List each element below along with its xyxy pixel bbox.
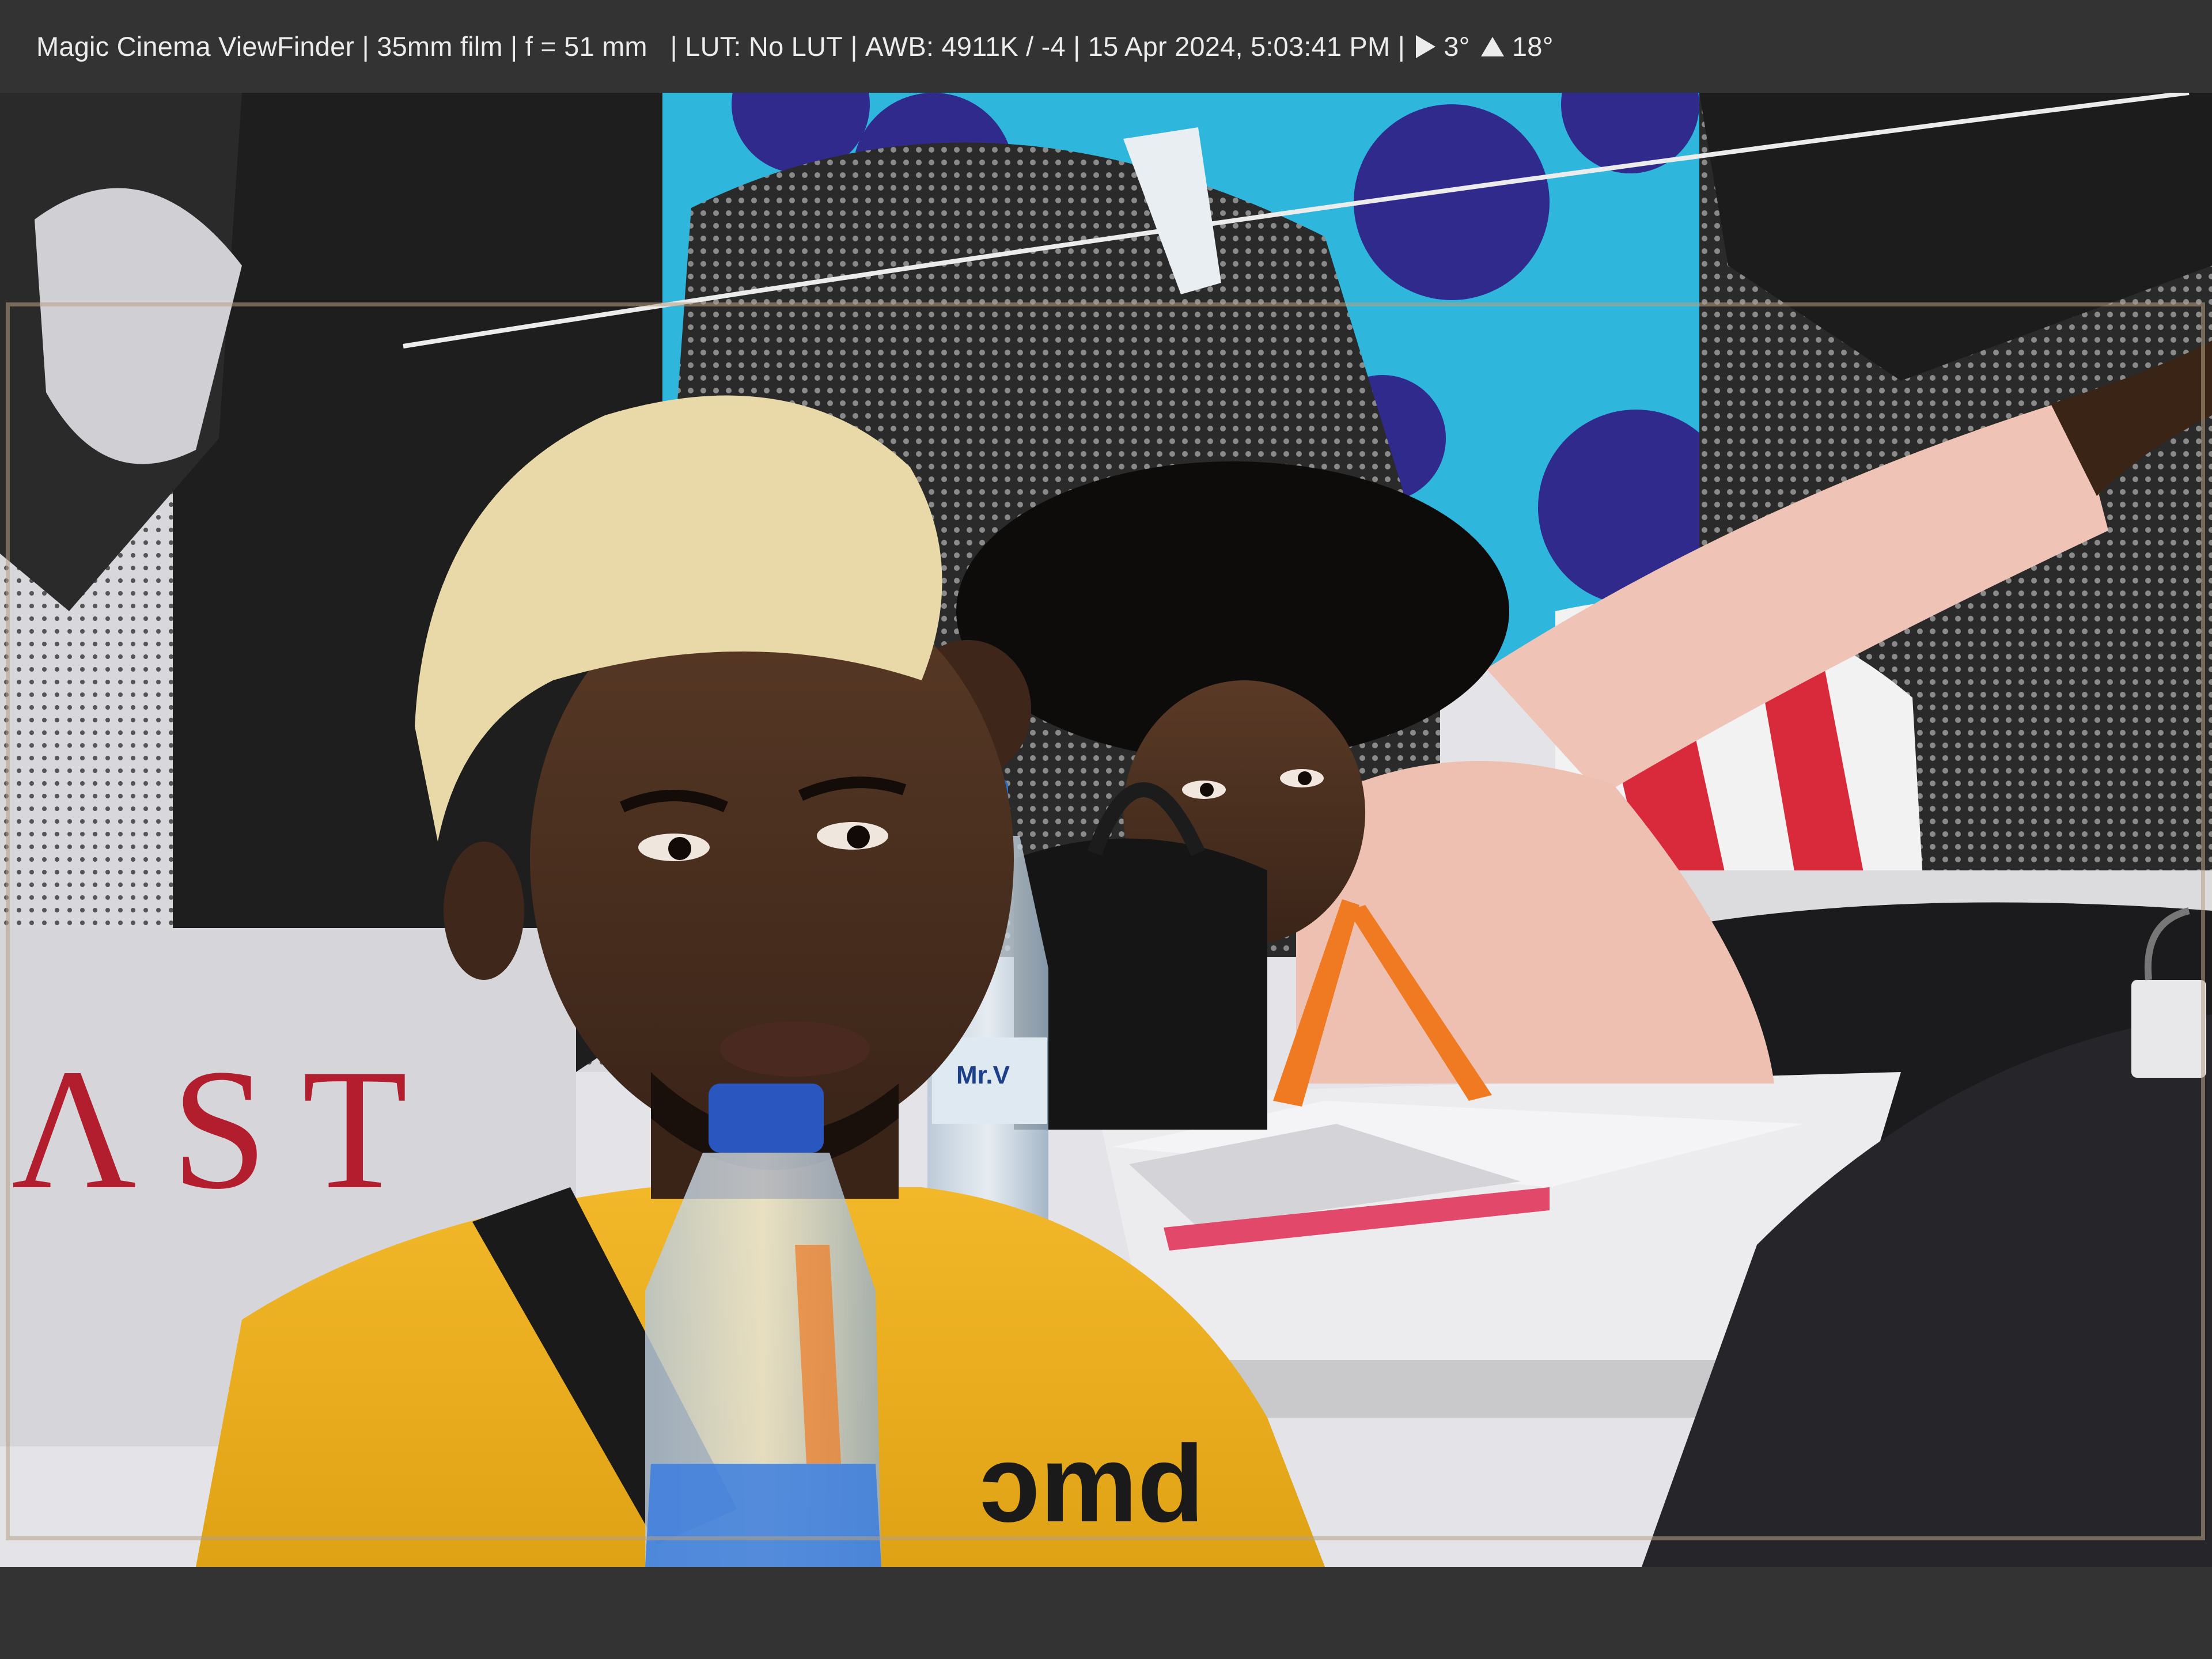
- app-name: Magic Cinema ViewFinder: [36, 31, 355, 62]
- mural-letters: ΛST: [12, 1033, 442, 1225]
- white-balance[interactable]: AWB: 4911K / -4: [865, 31, 1066, 62]
- live-preview-image: ΛST Mr.V ɔmd: [0, 93, 2212, 1567]
- bottom-bar: [0, 1567, 2212, 1659]
- roll-angle: 18°: [1512, 31, 1554, 62]
- viewfinder-app: Magic Cinema ViewFinder | 35mm film | f …: [0, 0, 2212, 1659]
- status-bar: Magic Cinema ViewFinder | 35mm film | f …: [0, 0, 2212, 93]
- play-triangle-icon: [1416, 35, 1436, 58]
- film-format[interactable]: 35mm film: [377, 31, 503, 62]
- camera-viewport[interactable]: ΛST Mr.V ɔmd: [0, 93, 2212, 1567]
- up-triangle-icon: [1480, 36, 1504, 56]
- svg-text:ɔmd: ɔmd: [979, 1423, 1205, 1545]
- date-time: 15 Apr 2024, 5:03:41 PM: [1088, 31, 1391, 62]
- focal-length[interactable]: f = 51 mm: [525, 31, 647, 62]
- bottle-label: Mr.V: [956, 1061, 1010, 1089]
- status-line: Magic Cinema ViewFinder | 35mm film | f …: [36, 31, 1554, 62]
- lut-setting[interactable]: LUT: No LUT: [685, 31, 843, 62]
- tilt-angle: 3°: [1444, 31, 1470, 62]
